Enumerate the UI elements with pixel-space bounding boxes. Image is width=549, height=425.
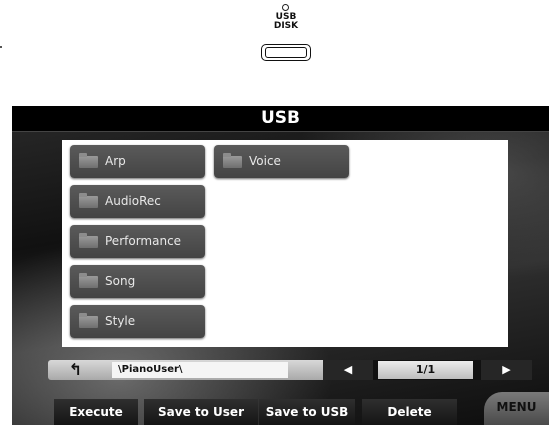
file-browser-area: Arp AudioRec Performance Song Style Voic… — [62, 140, 508, 347]
panel-mark — [0, 46, 2, 48]
folder-performance[interactable]: Performance — [70, 225, 205, 258]
folder-label: AudioRec — [105, 194, 161, 208]
folder-arp[interactable]: Arp — [70, 145, 205, 178]
folder-style[interactable]: Style — [70, 305, 205, 338]
usb-disk-label: USB DISK — [262, 13, 310, 31]
folder-icon — [79, 273, 98, 288]
current-path: \PianoUser\ — [112, 362, 288, 378]
prev-page-button[interactable]: ◀ — [323, 360, 373, 380]
navigation-bar: ↰ \PianoUser\ ◀ 1/1 ▶ — [48, 360, 532, 380]
folder-label: Style — [105, 314, 136, 328]
up-folder-button[interactable]: ↰ — [48, 360, 103, 380]
folder-icon — [79, 153, 98, 168]
usb-disk-button[interactable] — [261, 44, 311, 61]
folder-icon — [79, 313, 98, 328]
folder-song[interactable]: Song — [70, 265, 205, 298]
folder-audiorec[interactable]: AudioRec — [70, 185, 205, 218]
folder-icon — [223, 153, 242, 168]
menu-button[interactable]: MENU — [484, 392, 549, 425]
right-arrow-icon: ▶ — [502, 363, 511, 376]
execute-button[interactable]: Execute — [54, 399, 138, 425]
folder-voice[interactable]: Voice — [214, 145, 349, 178]
page-indicator: 1/1 — [378, 361, 473, 379]
folder-icon — [79, 193, 98, 208]
screen-title: USB — [12, 106, 549, 132]
usb-label-line2: DISK — [273, 21, 299, 31]
left-arrow-icon: ◀ — [343, 363, 353, 376]
usb-led-indicator — [282, 4, 289, 11]
page-navigator: ◀ 1/1 ▶ — [323, 360, 532, 380]
folder-label: Arp — [105, 154, 126, 168]
display-screen: USB Arp AudioRec Performance Song Style … — [12, 106, 549, 425]
folder-label: Performance — [105, 234, 182, 248]
folder-icon — [79, 233, 98, 248]
folder-label: Voice — [249, 154, 281, 168]
delete-button[interactable]: Delete — [362, 399, 457, 425]
folder-label: Song — [105, 274, 136, 288]
save-to-usb-button[interactable]: Save to USB — [259, 399, 355, 425]
up-arrow-icon: ↰ — [68, 360, 83, 379]
save-to-user-button[interactable]: Save to User — [144, 399, 258, 425]
next-page-button[interactable]: ▶ — [481, 360, 532, 380]
